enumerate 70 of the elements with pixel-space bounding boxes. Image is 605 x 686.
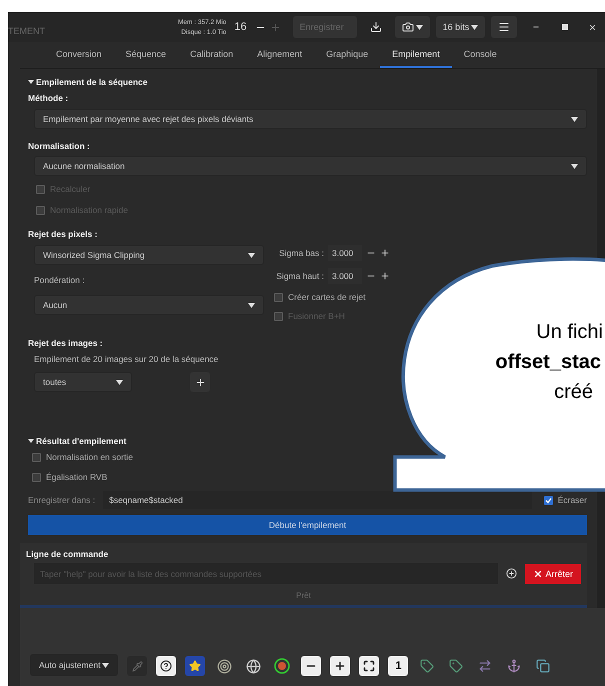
field-label: Méthode : [28,93,70,103]
tab[interactable]: Console [452,42,509,68]
expander-icon[interactable] [28,438,34,444]
checkbox-label: Normalisation en sortie [46,452,133,462]
field-label: Rejet des pixels : [28,229,98,239]
dropdown-caret-icon [416,24,423,30]
dropdown-caret-icon [571,164,578,168]
image-filter-dropdown[interactable]: toutes [34,372,132,392]
dropdown-caret-icon [248,252,255,258]
checkbox-label: Égalisation RVB [46,472,108,482]
ring-icon[interactable] [272,656,292,676]
normalisation-dropdown[interactable]: Aucune normalisation [34,156,587,176]
sigma-field[interactable]: 3.000 [328,245,362,261]
tab[interactable]: Conversion [44,42,114,68]
field-label: Normalisation : [28,141,91,151]
window-title: TEMENT [8,25,46,36]
method-dropdown[interactable]: Empilement par moyenne avec rejet des pixels déviants [34,109,587,129]
add-button[interactable] [190,372,210,392]
checkbox[interactable] [32,452,41,462]
tab[interactable]: Graphique [314,42,380,68]
camera-button[interactable] [394,16,430,38]
callout-text: Un fichi [536,320,603,344]
stop-button[interactable]: Arrêter [525,564,581,584]
checkbox-label: Créer cartes de rejet [288,292,366,302]
image-count: Empilement de 20 images sur 20 de la séquence [34,354,218,364]
bit-depth-dropdown[interactable]: 16 bits [436,16,486,38]
help-icon[interactable] [156,656,176,676]
checkbox[interactable] [274,292,283,302]
menu-icon[interactable] [491,16,518,38]
pipette-icon[interactable] [127,656,148,676]
weighting-dropdown[interactable]: Aucun [34,295,264,315]
section-title: Résultat d'empilement [36,436,126,446]
callout-text: créé [554,380,593,404]
sigma-field[interactable]: 3.000 [328,268,362,284]
dropdown-caret-icon [471,24,478,30]
checkbox-label: Écraser [558,495,587,505]
plus-icon[interactable] [380,248,390,258]
expander-icon[interactable] [28,79,34,85]
section-title: Empilement de la séquence [36,77,148,87]
checkbox[interactable] [32,472,41,482]
checkbox[interactable] [544,496,553,504]
close-icon[interactable] [588,22,597,32]
save-path-field[interactable]: $seqname$stacked [103,491,532,509]
callout-text: offset_stac [495,350,601,374]
sigma-label: Sigma haut : [275,271,324,281]
dropdown-caret-icon [102,662,110,668]
field-label: Enregistrer dans : [28,495,96,505]
dropdown-caret-icon [248,302,255,308]
close-icon [533,568,544,578]
tab[interactable]: Alignement [245,42,314,68]
auto-stretch-dropdown[interactable]: Auto ajustement [30,654,118,676]
field-label: Rejet des images : [28,338,104,348]
section-title: Ligne de commande [26,549,110,559]
tab[interactable]: Séquence [114,42,178,68]
fit-icon[interactable] [359,656,380,676]
plus-icon[interactable] [380,271,390,281]
rejection-dropdown[interactable]: Winsorized Sigma Clipping [34,245,264,265]
sigma-label: Sigma bas : [278,248,324,258]
tab[interactable]: Calibration [178,42,246,68]
zoom-in-icon[interactable] [330,656,350,676]
dropdown-caret-icon [571,116,578,122]
dropdown-caret-icon [116,380,123,384]
start-stacking-button[interactable]: Débute l'empilement [28,515,587,535]
zoom-out-icon[interactable] [301,656,322,676]
bit-count: 16 [234,21,247,33]
tab[interactable]: Empilement [380,42,452,68]
plus-icon [194,376,206,388]
field-label: Pondération : [34,275,86,285]
camera-icon [402,21,414,33]
zoom-one-button[interactable]: 1 [388,656,408,676]
